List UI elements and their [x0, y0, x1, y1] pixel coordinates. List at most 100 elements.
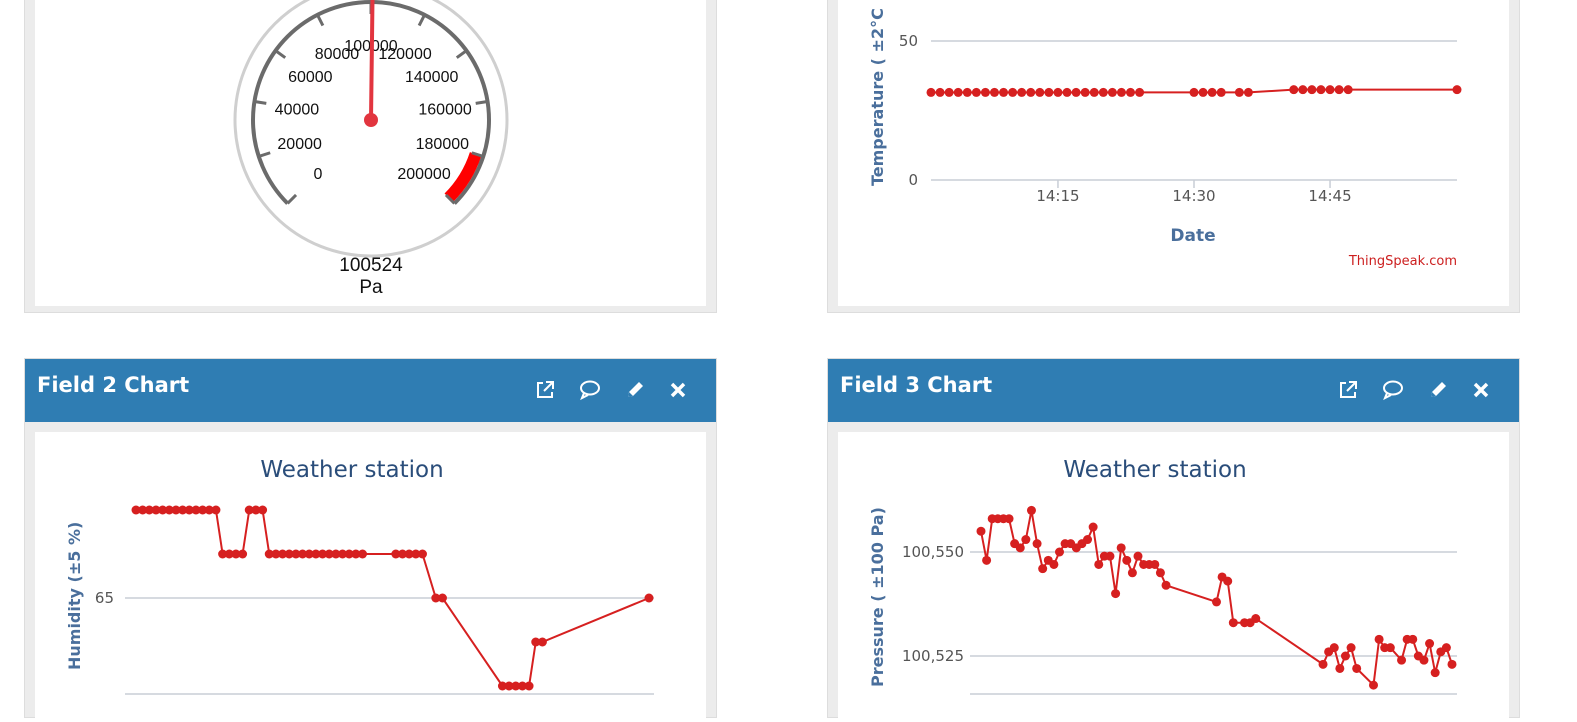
close-icon[interactable]	[1468, 377, 1494, 403]
temperature-point	[1189, 87, 1199, 97]
pressure-point	[1397, 655, 1407, 665]
pressure-point	[1346, 643, 1356, 653]
open-external-icon[interactable]	[532, 377, 558, 403]
temperature-panel-body: 50 0 14:15 14:30 14:45 Temperature ( ±2°C D…	[838, 0, 1509, 306]
pressure-point	[1127, 568, 1137, 578]
pressure-point	[1425, 639, 1435, 649]
temperature-point	[944, 87, 954, 97]
pressure-point	[1105, 551, 1115, 561]
field-2-panel: Field 2 Chart Weather station 65 Humidit…	[24, 358, 717, 722]
pressure-gridlines	[970, 551, 1457, 695]
field-3-panel: Field 3 Chart Weather station 100,550 100…	[827, 358, 1520, 722]
gauge-tick-label: 40000	[275, 101, 320, 118]
temperature-point	[1062, 87, 1072, 97]
pressure-point	[1369, 680, 1378, 690]
pressure-chart[interactable]: Weather station 100,550 100,525 Pressure …	[838, 432, 1509, 722]
humidity-chart-title: Weather station	[260, 457, 443, 483]
pressure-gauge: 0200004000060000800001000001200001400001…	[233, 0, 509, 298]
pressure-point	[1004, 514, 1014, 524]
pressure-y-ticks: 100,550 100,525	[902, 543, 964, 665]
pressure-point	[1318, 659, 1328, 669]
gauge-needle	[369, 0, 375, 122]
temperature-point	[1089, 87, 1099, 97]
comment-icon[interactable]	[577, 377, 603, 403]
pressure-point	[1374, 634, 1384, 644]
pressure-point	[1133, 551, 1143, 561]
temperature-point	[1035, 87, 1045, 97]
pressure-point	[1150, 559, 1160, 569]
temperature-point	[1343, 85, 1353, 95]
pressure-point	[1021, 535, 1031, 545]
open-external-icon[interactable]	[1335, 377, 1361, 403]
humidity-y-tick-label: 65	[95, 589, 114, 607]
temperature-point	[935, 87, 945, 97]
temperature-point	[1116, 87, 1126, 97]
pressure-point	[1055, 547, 1064, 557]
temperature-point	[980, 87, 990, 97]
pressure-point	[1083, 535, 1093, 545]
temperature-point	[999, 87, 1009, 97]
pressure-point	[1212, 597, 1221, 607]
temperature-point	[1289, 85, 1299, 95]
gauge-tick-label: 0	[314, 166, 323, 183]
temperature-point	[1135, 87, 1145, 97]
humidity-point	[211, 505, 221, 515]
thingspeak-credit: ThingSpeak.com	[1348, 254, 1457, 269]
pencil-icon[interactable]	[1425, 377, 1451, 403]
pressure-point	[1026, 505, 1036, 515]
pressure-point	[1122, 555, 1132, 565]
temperature-point	[989, 87, 999, 97]
pressure-point	[1408, 634, 1418, 644]
pencil-icon[interactable]	[622, 377, 648, 403]
temperature-point	[1044, 87, 1054, 97]
pressure-point	[1049, 559, 1059, 569]
pressure-point	[1155, 568, 1165, 578]
gauge-tick	[254, 100, 267, 105]
close-icon[interactable]	[665, 377, 691, 403]
pressure-point	[1116, 543, 1126, 553]
temperature-x-axis-label: Date	[1170, 226, 1215, 246]
temperature-point	[1452, 85, 1462, 95]
pressure-point	[982, 555, 992, 565]
humidity-point	[358, 549, 368, 559]
temperature-point	[1071, 87, 1081, 97]
pressure-y-tick-label: 100,525	[902, 647, 964, 665]
pressure-point	[1352, 663, 1362, 673]
temperature-point	[1298, 85, 1308, 95]
temperature-point	[1098, 87, 1108, 97]
field-2-header: Field 2 Chart	[25, 359, 716, 422]
gauge-value: 100524	[339, 255, 403, 276]
gauge-tick	[475, 100, 488, 105]
temperature-point	[1325, 85, 1335, 95]
gauge-tick-label: 20000	[277, 136, 322, 153]
field-2-title: Field 2 Chart	[37, 373, 190, 397]
pressure-point	[1251, 614, 1261, 624]
temperature-point	[1216, 87, 1226, 97]
temperature-y-axis-label: Temperature ( ±2°C	[868, 8, 887, 186]
temperature-point	[1008, 87, 1018, 97]
temperature-series-points	[926, 85, 1462, 97]
pressure-point	[1094, 559, 1104, 569]
temperature-chart[interactable]: 50 0 14:15 14:30 14:45 Temperature ( ±2°C D…	[838, 0, 1509, 306]
comment-icon[interactable]	[1380, 377, 1406, 403]
temperature-point	[1198, 87, 1208, 97]
pressure-point	[1329, 643, 1339, 653]
pressure-point	[976, 526, 986, 536]
temperature-point	[1234, 87, 1244, 97]
temperature-x-tick-label: 14:45	[1308, 187, 1351, 205]
temperature-point	[1334, 85, 1344, 95]
pressure-point	[1161, 580, 1171, 590]
humidity-chart[interactable]: Weather station 65 Humidity (±5 %)	[35, 432, 706, 722]
gauge-tick-label: 60000	[288, 69, 333, 86]
temperature-point	[1126, 87, 1136, 97]
pressure-point	[1335, 663, 1345, 673]
pressure-y-axis-label: Pressure ( ±100 Pa)	[868, 507, 887, 687]
temperature-point	[962, 87, 972, 97]
pressure-point	[1447, 659, 1457, 669]
pressure-point	[1441, 643, 1451, 653]
temperature-point	[971, 87, 981, 97]
pressure-point	[1228, 618, 1238, 628]
humidity-y-ticks: 65	[95, 589, 114, 607]
gauge-tick-label: 180000	[416, 136, 469, 153]
temperature-x-ticks: 14:15 14:30 14:45	[1036, 180, 1352, 205]
